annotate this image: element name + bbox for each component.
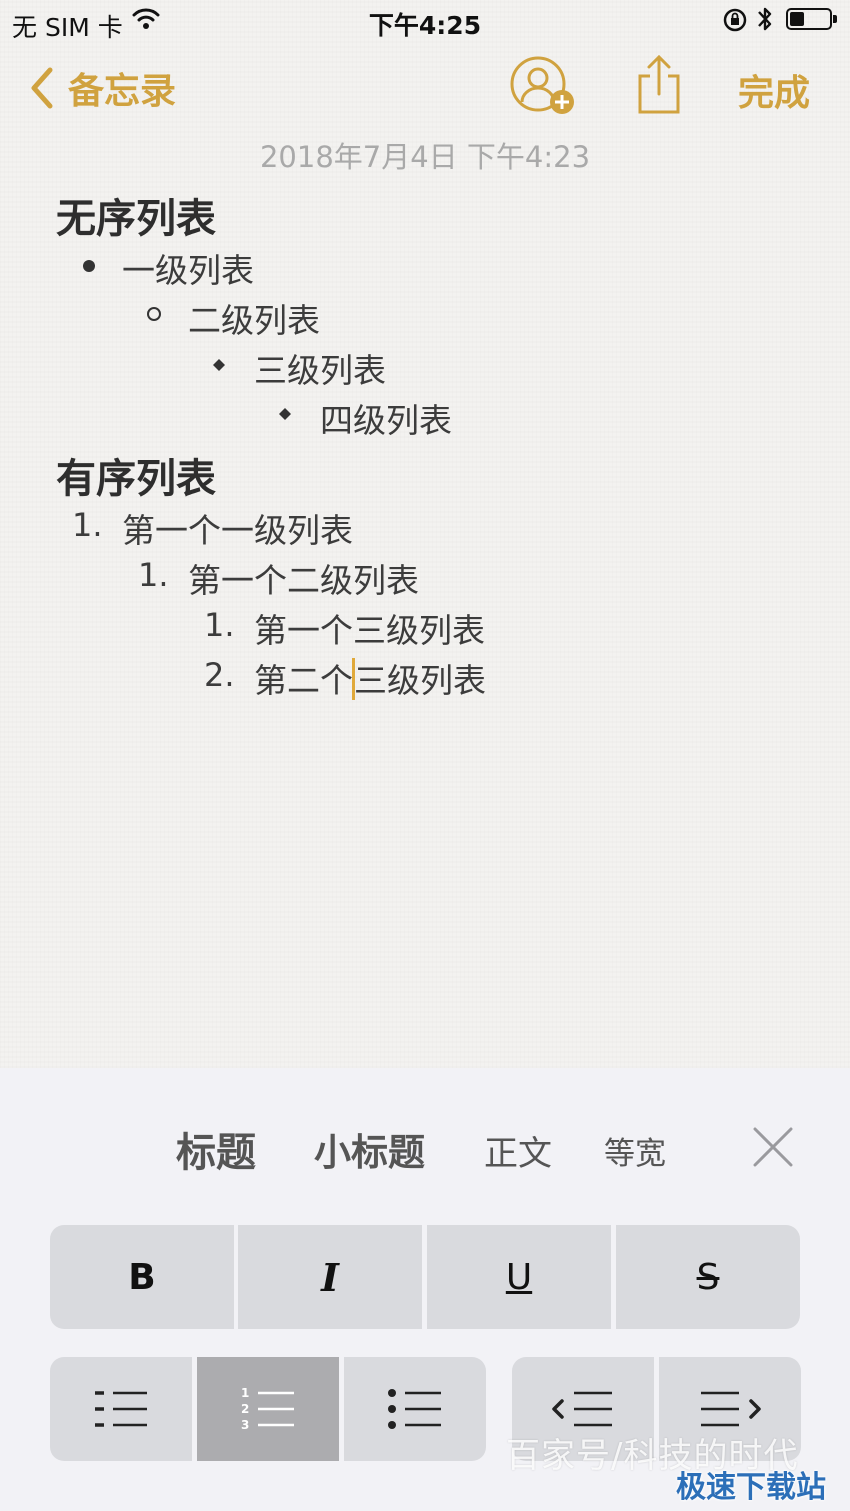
dash-list-icon — [95, 1391, 147, 1427]
bold-button[interactable]: B — [50, 1225, 234, 1329]
list-item: 三级列表 — [254, 351, 386, 390]
chevron-left-icon — [31, 67, 53, 109]
svg-text:2: 2 — [241, 1402, 249, 1416]
navigation-bar: 备忘录 完成 — [0, 50, 850, 122]
indent-icon — [701, 1391, 761, 1427]
note-timestamp: 2018年7月4日 下午4:23 — [259, 140, 591, 174]
battery-icon — [786, 8, 837, 30]
style-subtitle-button[interactable]: 小标题 — [314, 1122, 425, 1176]
paragraph-style-bar: 标题 小标题 正文 等宽 — [0, 1112, 850, 1182]
list-number: 1. — [138, 556, 169, 594]
share-icon[interactable] — [636, 54, 682, 116]
ordered-heading: 有序列表 — [56, 456, 216, 502]
list-number: 2. — [204, 656, 235, 694]
status-bar: 无 SIM 卡 下午4:25 — [0, 0, 850, 42]
back-label: 备忘录 — [68, 71, 177, 112]
list-item: 一级列表 — [122, 251, 254, 290]
bullet-list-button[interactable] — [344, 1357, 486, 1461]
bluetooth-icon — [756, 4, 774, 41]
orientation-lock-icon — [722, 6, 748, 40]
list-item: 第一个三级列表 — [254, 611, 485, 650]
style-body-button[interactable]: 正文 — [484, 1126, 552, 1175]
bullet-filled-circle — [82, 258, 96, 277]
svg-text:3: 3 — [241, 1418, 249, 1432]
bullet-hollow-circle — [146, 306, 162, 326]
close-icon[interactable] — [752, 1126, 794, 1168]
outdent-icon — [552, 1391, 612, 1427]
list-number: 1. — [72, 506, 103, 544]
underline-button[interactable]: U — [427, 1225, 611, 1329]
bullet-diamond — [212, 357, 226, 376]
dash-list-button[interactable] — [50, 1357, 192, 1461]
bullet-list-icon — [388, 1389, 441, 1429]
list-item: 二级列表 — [188, 301, 320, 340]
add-people-icon[interactable] — [508, 54, 578, 120]
list-item: 第一个一级列表 — [122, 511, 353, 550]
style-monospace-button[interactable]: 等宽 — [604, 1128, 666, 1173]
list-item-editing: 第二个三级列表 — [254, 654, 486, 702]
list-item: 第一个二级列表 — [188, 561, 419, 600]
strikethrough-button[interactable]: S — [616, 1225, 800, 1329]
list-item: 四级列表 — [320, 401, 452, 440]
bullet-diamond — [278, 406, 292, 425]
back-button[interactable]: 备忘录 — [28, 62, 176, 114]
style-title-button[interactable]: 标题 — [176, 1120, 256, 1178]
text-before-cursor: 第二个 — [254, 661, 353, 700]
numbered-list-icon: 1 2 3 — [241, 1386, 294, 1432]
italic-button[interactable]: I — [238, 1225, 422, 1329]
done-button[interactable]: 完成 — [738, 64, 810, 116]
numbered-list-button[interactable]: 1 2 3 — [197, 1357, 339, 1461]
svg-text:1: 1 — [241, 1386, 249, 1400]
list-number: 1. — [204, 606, 235, 644]
watermark-site: 极速下载站 — [676, 1470, 826, 1505]
unordered-heading: 无序列表 — [56, 196, 216, 242]
text-after-cursor: 三级列表 — [354, 661, 486, 700]
